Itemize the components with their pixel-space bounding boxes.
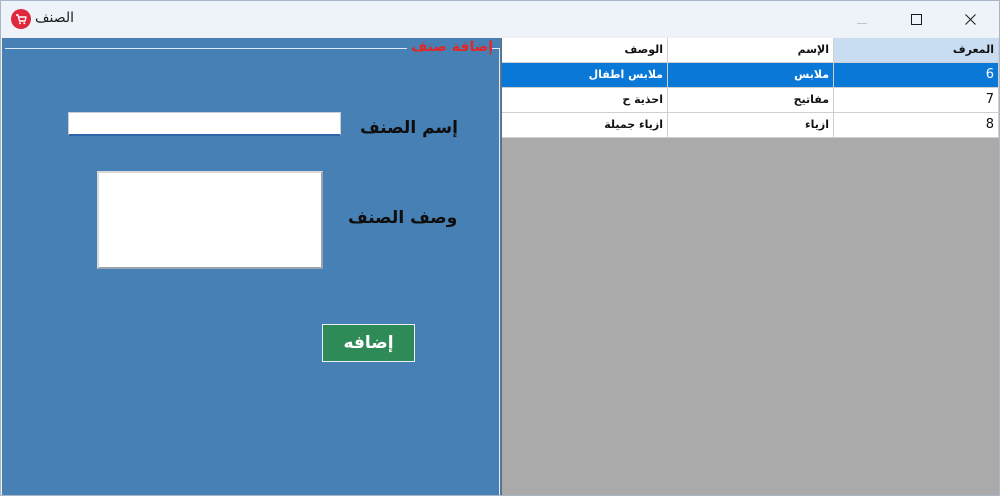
group-border-top-right [492, 48, 499, 49]
window-title: الصنف [35, 10, 75, 26]
minimize-button [839, 1, 885, 37]
app-window: الصنف إضافة صنف إسم الصنف وصف الصنف إضاف… [0, 0, 1000, 496]
add-item-panel: إضافة صنف إسم الصنف وصف الصنف إضافه [2, 38, 501, 495]
cell-description[interactable]: احذية ح [502, 88, 668, 113]
table-row[interactable]: 8 ازياء ازياء جميلة [502, 113, 999, 138]
cell-description[interactable]: ملابس اطفال [502, 63, 668, 88]
item-name-label: إسم الصنف [360, 118, 458, 138]
close-icon [964, 10, 976, 29]
cell-id[interactable]: 7 [834, 88, 999, 113]
minimize-icon [857, 10, 867, 29]
add-button[interactable]: إضافه [322, 324, 415, 362]
cell-name[interactable]: مفاتيح [668, 88, 834, 113]
grid-header-row: المعرف الإسم الوصف [502, 38, 999, 63]
group-border-top [5, 48, 407, 49]
group-border-right [499, 48, 500, 495]
close-button[interactable] [947, 1, 993, 37]
column-header-name[interactable]: الإسم [668, 38, 834, 63]
cell-description[interactable]: ازياء جميلة [502, 113, 668, 138]
item-description-label: وصف الصنف [348, 208, 458, 228]
item-description-input[interactable] [97, 171, 323, 269]
table-row[interactable]: 7 مفاتيح احذية ح [502, 88, 999, 113]
title-bar[interactable]: الصنف [1, 1, 999, 37]
cart-icon [11, 9, 31, 29]
table-row[interactable]: 6 ملابس ملابس اطفال [502, 63, 999, 88]
items-grid[interactable]: المعرف الإسم الوصف 6 ملابس ملابس اطفال 7… [501, 38, 999, 495]
column-header-description[interactable]: الوصف [502, 38, 668, 63]
cell-name[interactable]: ملابس [668, 63, 834, 88]
item-name-input[interactable] [68, 112, 341, 136]
column-header-id[interactable]: المعرف [834, 38, 999, 63]
group-title: إضافة صنف [411, 39, 494, 55]
cell-name[interactable]: ازياء [668, 113, 834, 138]
maximize-button[interactable] [893, 1, 939, 37]
maximize-icon [910, 10, 922, 29]
cell-id[interactable]: 6 [834, 63, 999, 88]
cell-id[interactable]: 8 [834, 113, 999, 138]
